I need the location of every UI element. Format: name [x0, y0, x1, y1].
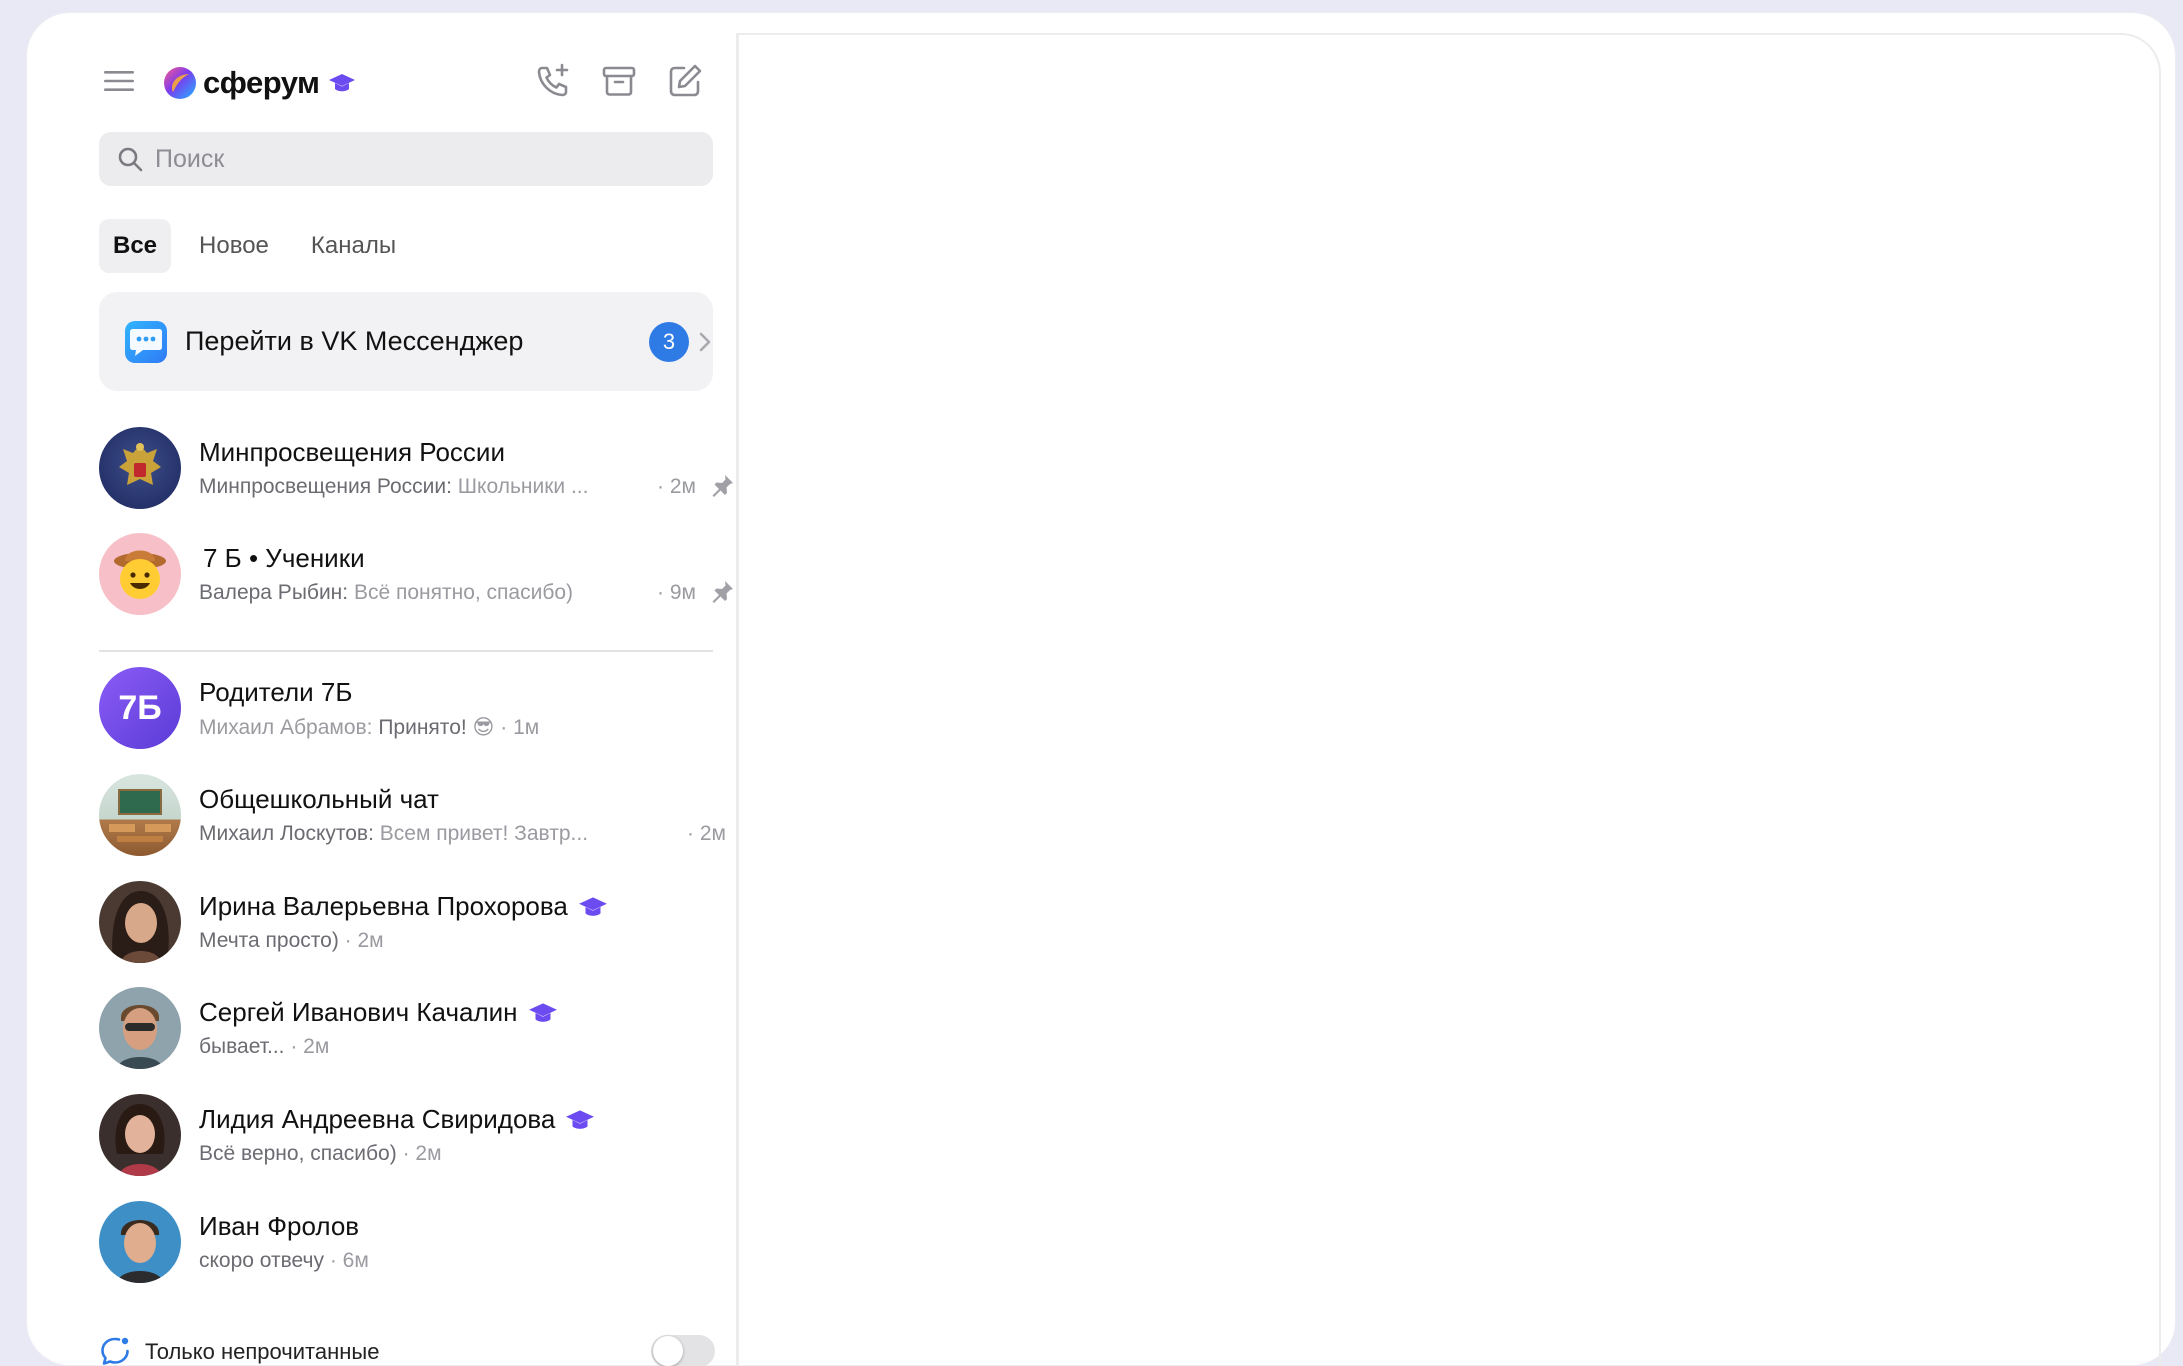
menu-button[interactable] — [99, 61, 139, 101]
archive-button[interactable] — [597, 59, 641, 103]
avatar — [99, 987, 181, 1069]
message-text: бывает... — [199, 1035, 285, 1058]
avatar — [99, 881, 181, 963]
message-text: Мечта просто) — [199, 929, 339, 952]
toggle-knob — [653, 1336, 683, 1366]
message-text: скоро отвечу — [199, 1249, 324, 1272]
message-author: Михаил Лоскутов: — [199, 822, 374, 845]
chat-time: · 2м — [396, 1142, 442, 1165]
header: сферум — [51, 33, 739, 123]
chat-preview: Михаил Лоскутов: Всем привет! Завтр... — [199, 822, 588, 846]
chat-name: Сергей Иванович Качалин — [199, 997, 558, 1028]
contact-name: Сергей Иванович Качалин — [199, 997, 518, 1027]
chat-preview: Минпросвещения России: Школьники ... — [199, 475, 588, 499]
chat-item-minprosvescheniya[interactable]: Минпросвещения России Минпросвещения Рос… — [99, 419, 739, 517]
avatar — [99, 774, 181, 856]
pin-icon — [712, 475, 733, 497]
archive-icon — [602, 66, 636, 96]
hamburger-icon — [104, 71, 134, 91]
message-text: Школьники ... — [451, 475, 589, 498]
filter-tabs: Все Новое Каналы — [99, 219, 424, 273]
chat-item-parents-7b[interactable]: 7Б Родители 7Б Михаил Абрамов: Принято! … — [99, 659, 739, 757]
compose-button[interactable] — [663, 59, 707, 103]
chat-time: · 6м — [323, 1249, 369, 1272]
avatar — [99, 1201, 181, 1283]
chat-preview: Михаил Абрамов: Принято! 😎 · 1м — [199, 715, 539, 740]
chat-preview: бывает... · 2м — [199, 1035, 329, 1059]
vk-messenger-banner[interactable]: Перейти в VK Мессенджер 3 — [99, 292, 713, 391]
chat-preview: Всё верно, спасибо) · 2м — [199, 1142, 442, 1166]
message-text: Всё верно, спасибо) — [199, 1142, 397, 1165]
chat-name: Иван Фролов — [199, 1211, 360, 1241]
unread-chat-icon — [101, 1337, 129, 1365]
chat-item-school-chat[interactable]: Общешкольный чат Михаил Лоскутов: Всем п… — [99, 766, 739, 864]
avatar — [99, 533, 181, 615]
chat-preview: Мечта просто) · 2м — [199, 929, 384, 953]
chat-name: Минпросвещения России — [199, 437, 505, 467]
sidebar: сферум Поиск Все Новое Каналы Перейти в … — [51, 33, 739, 1366]
chat-item-lidia-sviridova[interactable]: Лидия Андреевна Свиридова Всё верно, спа… — [99, 1086, 739, 1184]
avatar — [99, 427, 181, 509]
avatar-initials: 7Б — [118, 688, 162, 727]
chat-item-ivan-frolov[interactable]: Иван Фролов скоро отвечу · 6м — [99, 1193, 739, 1291]
chat-time: · 2м — [657, 475, 696, 498]
chat-item-sergey-kachalin[interactable]: Сергей Иванович Качалин бывает... · 2м — [99, 979, 739, 1077]
chat-time: · 2м — [687, 822, 726, 845]
message-author: Валера Рыбин: — [199, 581, 349, 604]
tab-channels[interactable]: Каналы — [297, 219, 410, 273]
chat-name: Общешкольный чат — [199, 784, 439, 814]
pinned-divider — [99, 650, 713, 652]
phone-add-icon — [537, 63, 569, 97]
chat-name: Лидия Андреевна Свиридова — [199, 1104, 595, 1135]
message-text: Принято! — [372, 716, 473, 739]
search-icon — [118, 147, 143, 172]
message-emoji: 😎 — [472, 716, 495, 739]
chevron-right-icon — [699, 332, 711, 352]
contact-name: Ирина Валерьевна Прохорова — [199, 891, 568, 921]
chat-item-7b-students[interactable]: 7 Б • Ученики Валера Рыбин: Всё понятно,… — [99, 525, 739, 623]
unread-filter: Только непрочитанные — [99, 1331, 739, 1366]
tab-new[interactable]: Новое — [185, 219, 283, 273]
chat-name: 7 Б • Ученики — [203, 543, 365, 573]
search-bar[interactable] — [99, 132, 713, 186]
message-author: Минпросвещения России: — [199, 475, 452, 498]
brand-name: сферум — [203, 65, 320, 100]
message-text: Всем привет! Завтр... — [373, 822, 589, 845]
new-call-button[interactable] — [531, 59, 575, 103]
message-author: Михаил Абрамов: — [199, 716, 373, 739]
chat-time: · 2м — [284, 1035, 330, 1058]
tab-all[interactable]: Все — [99, 219, 172, 273]
brand-logo: сферум — [163, 63, 356, 103]
avatar: 7Б — [99, 667, 181, 749]
unread-count-badge: 3 — [649, 322, 689, 362]
vk-banner-label: Перейти в VK Мессенджер — [185, 326, 524, 356]
contact-name: Лидия Андреевна Свиридова — [199, 1104, 556, 1134]
graduation-cap-icon — [328, 74, 355, 92]
search-input[interactable] — [155, 144, 675, 174]
teacher-badge-icon — [566, 1109, 595, 1129]
chat-item-irina-prokhorova[interactable]: Ирина Валерьевна Прохорова Мечта просто)… — [99, 873, 739, 971]
avatar — [99, 1094, 181, 1176]
pin-icon — [712, 581, 733, 603]
app-window: сферум Поиск Все Новое Каналы Перейти в … — [26, 12, 2176, 1366]
vk-messenger-icon — [125, 320, 167, 363]
compose-icon — [669, 64, 702, 97]
sferum-logo-icon — [164, 67, 196, 99]
chat-time: · 9м — [657, 581, 696, 604]
conversation-pane — [739, 33, 2161, 1366]
chat-preview: скоро отвечу · 6м — [199, 1249, 369, 1273]
message-text: Всё понятно, спасибо) — [348, 581, 574, 604]
chat-time: · 2м — [338, 929, 384, 952]
chat-time: · 1м — [494, 716, 540, 739]
unread-only-toggle[interactable] — [651, 1335, 715, 1366]
unread-only-label: Только непрочитанные — [145, 1339, 380, 1364]
teacher-badge-icon — [528, 1002, 557, 1022]
chat-name: Родители 7Б — [199, 677, 353, 707]
teacher-badge-icon — [578, 896, 607, 916]
chat-name: Ирина Валерьевна Прохорова — [199, 891, 608, 922]
chat-preview: Валера Рыбин: Всё понятно, спасибо) — [199, 581, 573, 605]
